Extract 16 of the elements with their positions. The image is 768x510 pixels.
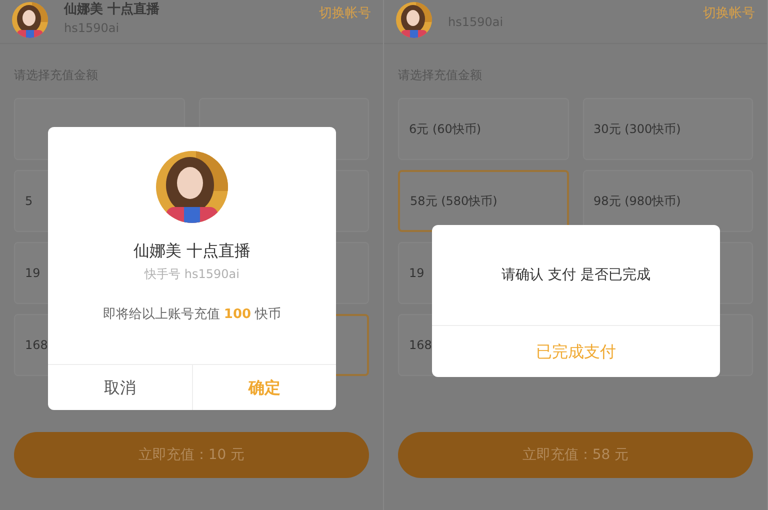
amount-option[interactable]: 58元 (580快币) [398, 170, 568, 232]
payment-message: 请确认 支付 是否已完成 [502, 266, 650, 284]
recharge-message: 即将给以上账号充值 100 快币 [102, 306, 282, 324]
cancel-button[interactable]: 取消 [48, 365, 192, 410]
account-id: 快手号 hs1590ai [144, 266, 240, 283]
confirm-button[interactable]: 确定 [192, 365, 336, 410]
recharge-button[interactable]: 立即充值：10 元 [14, 432, 369, 478]
confirm-button[interactable]: 已完成支付 [432, 326, 720, 377]
amount-option[interactable]: 30元 (300快币) [582, 98, 753, 160]
recharge-button[interactable]: 立即充值：58 元 [398, 432, 753, 478]
account-name: 仙娜美 十点直播 [64, 3, 160, 17]
amount-option[interactable]: 6元 (60快币) [398, 98, 568, 160]
switch-account-link[interactable]: 切换帐号 [703, 4, 755, 24]
switch-account-link[interactable]: 切换帐号 [319, 4, 371, 24]
account-name: 仙娜美 十点直播 [133, 241, 251, 261]
amount-option[interactable]: 98元 (980快币) [582, 170, 753, 232]
